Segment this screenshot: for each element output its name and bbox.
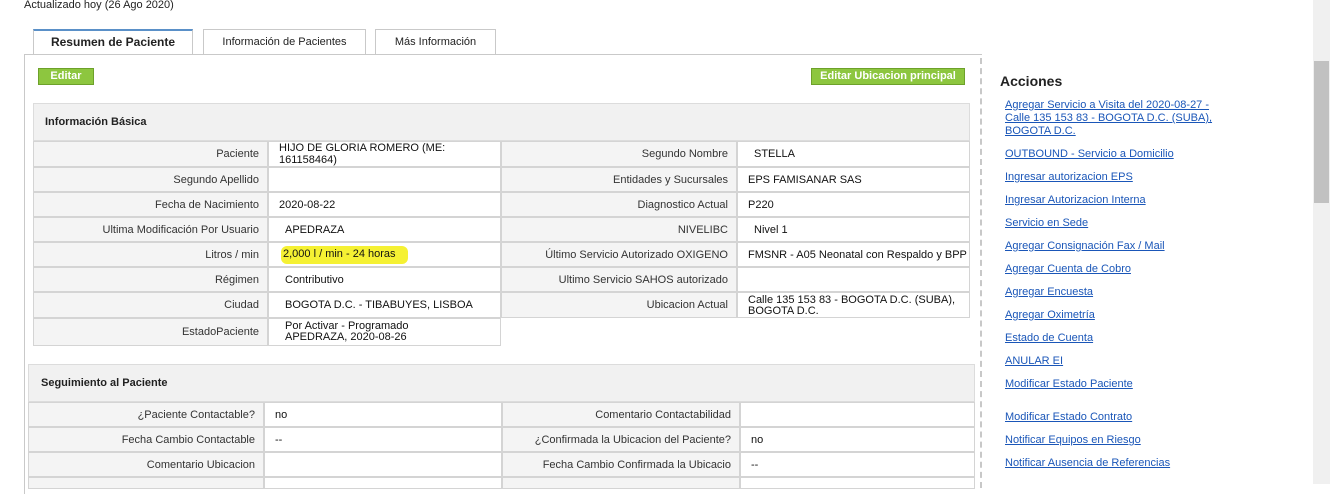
- birth-date-value: 2020-08-22: [268, 192, 501, 217]
- patient-status-label: EstadoPaciente: [33, 318, 268, 346]
- action-add-service-visit[interactable]: Agregar Servicio a Visita del 2020-08-27…: [1005, 99, 1217, 138]
- oxygen-service-label: Último Servicio Autorizado OXIGENO: [501, 242, 737, 267]
- action-cancel-ei[interactable]: ANULAR EI: [1005, 355, 1217, 368]
- current-diagnosis-value: P220: [737, 192, 970, 217]
- action-account-statement[interactable]: Estado de Cuenta: [1005, 332, 1217, 345]
- contactable-label: ¿Paciente Contactable?: [28, 402, 264, 427]
- contactability-comment-value: [740, 402, 975, 427]
- patient-status-line2: APEDRAZA, 2020-08-26: [285, 331, 407, 343]
- followup-header: Seguimiento al Paciente: [28, 364, 975, 402]
- panel-divider: [980, 58, 982, 488]
- action-add-survey[interactable]: Agregar Encuesta: [1005, 286, 1217, 299]
- followup-row-4-label: [28, 477, 264, 489]
- action-add-billing-account[interactable]: Agregar Cuenta de Cobro: [1005, 263, 1217, 276]
- action-notify-missing-references[interactable]: Notificar Ausencia de Referencias: [1005, 457, 1217, 470]
- tab-resumen-paciente[interactable]: Resumen de Paciente: [33, 29, 193, 55]
- last-modified-by-value: APEDRAZA: [268, 217, 501, 242]
- tab-mas-informacion[interactable]: Más Información: [375, 29, 496, 54]
- action-internal-authorization[interactable]: Ingresar Autorizacion Interna: [1005, 194, 1217, 207]
- regime-value: Contributivo: [268, 267, 501, 292]
- current-location-value: Calle 135 153 83 - BOGOTA D.C. (SUBA), B…: [737, 292, 970, 318]
- second-name-value: STELLA: [737, 141, 970, 167]
- location-confirmed-label: ¿Confirmada la Ubicacion del Paciente?: [502, 427, 740, 452]
- entities-value: EPS FAMISANAR SAS: [737, 167, 970, 192]
- location-comment-label: Comentario Ubicacion: [28, 452, 264, 477]
- sahos-service-value: [737, 267, 970, 292]
- action-service-at-site[interactable]: Servicio en Sede: [1005, 217, 1217, 230]
- action-modify-contract-status[interactable]: Modificar Estado Contrato: [1005, 411, 1217, 424]
- edit-button[interactable]: Editar: [38, 68, 94, 85]
- basic-info-header: Información Básica: [33, 103, 970, 141]
- last-updated-text: Actualizado hoy (26 Ago 2020): [24, 0, 174, 11]
- followup-row-4-value: [264, 477, 502, 489]
- current-location-label: Ubicacion Actual: [501, 292, 737, 318]
- action-add-service-visit-line1: Agregar Servicio a Visita del 2020-08-27…: [1005, 99, 1210, 111]
- second-surname-label: Segundo Apellido: [33, 167, 268, 192]
- action-add-service-visit-line3: BOGOTA D.C.: [1005, 125, 1076, 137]
- birth-date-label: Fecha de Nacimiento: [33, 192, 268, 217]
- action-add-oximetry[interactable]: Agregar Oximetría: [1005, 309, 1217, 322]
- current-diagnosis-label: Diagnostico Actual: [501, 192, 737, 217]
- second-name-label: Segundo Nombre: [501, 141, 737, 167]
- actions-title: Acciones: [1000, 73, 1063, 89]
- city-value: BOGOTA D.C. - TIBABUYES, LISBOA: [268, 292, 501, 318]
- action-eps-authorization[interactable]: Ingresar autorizacion EPS: [1005, 171, 1217, 184]
- action-add-service-visit-line2: Calle 135 153 83 - BOGOTA D.C. (SUBA),: [1005, 112, 1213, 124]
- last-modified-by-label: Ultima Modificación Por Usuario: [33, 217, 268, 242]
- liters-per-min-value: 2,000 l / min - 24 horas: [281, 245, 408, 264]
- followup-row-4-right-label: [502, 477, 740, 489]
- second-surname-value: [268, 167, 501, 192]
- action-add-fax-mail[interactable]: Agregar Consignación Fax / Mail: [1005, 240, 1217, 253]
- location-comment-value: [264, 452, 502, 477]
- action-notify-equipment-risk[interactable]: Notificar Equipos en Riesgo: [1005, 434, 1217, 447]
- location-confirmed-value: no: [740, 427, 975, 452]
- nivelibc-label: NIVELIBC: [501, 217, 737, 242]
- city-label: Ciudad: [33, 292, 268, 318]
- patient-value: HIJO DE GLORIA ROMERO (ME: 161158464): [268, 141, 501, 167]
- contactable-change-date-label: Fecha Cambio Contactable: [28, 427, 264, 452]
- liters-per-min-cell: 2,000 l / min - 24 horas: [268, 242, 501, 267]
- location-confirmed-date-value: --: [740, 452, 975, 477]
- patient-status-value: Por Activar - Programado APEDRAZA, 2020-…: [268, 318, 501, 346]
- current-location-line2: BOGOTA D.C.: [748, 305, 819, 317]
- action-modify-patient-status[interactable]: Modificar Estado Paciente: [1005, 378, 1217, 391]
- edit-main-location-button[interactable]: Editar Ubicacion principal: [811, 68, 965, 85]
- sahos-service-label: Ultimo Servicio SAHOS autorizado: [501, 267, 737, 292]
- scrollbar-thumb[interactable]: [1314, 61, 1329, 203]
- patient-label: Paciente: [33, 141, 268, 167]
- contactability-comment-label: Comentario Contactabilidad: [502, 402, 740, 427]
- action-outbound-home-service[interactable]: OUTBOUND - Servicio a Domicilio: [1005, 148, 1217, 161]
- entities-label: Entidades y Sucursales: [501, 167, 737, 192]
- liters-per-min-label: Litros / min: [33, 242, 268, 267]
- nivelibc-value: Nivel 1: [737, 217, 970, 242]
- followup-row-4-right-value: [740, 477, 975, 489]
- tab-informacion-pacientes[interactable]: Información de Pacientes: [203, 29, 366, 54]
- oxygen-service-value: FMSNR - A05 Neonatal con Respaldo y BPP: [737, 242, 970, 267]
- location-confirmed-date-label: Fecha Cambio Confirmada la Ubicacio: [502, 452, 740, 477]
- contactable-value: no: [264, 402, 502, 427]
- regime-label: Régimen: [33, 267, 268, 292]
- contactable-change-date-value: --: [264, 427, 502, 452]
